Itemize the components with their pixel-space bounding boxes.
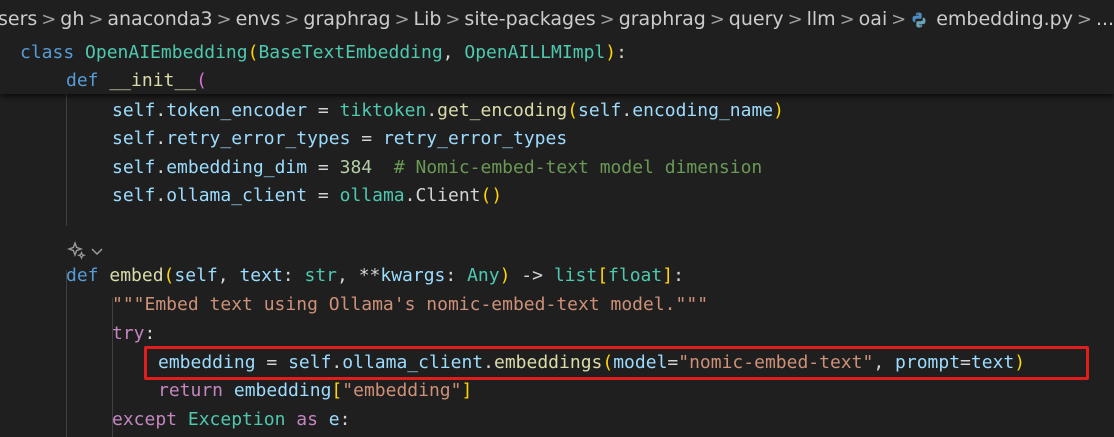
token-self: self (288, 352, 332, 373)
breadcrumb-separator: > (839, 8, 855, 30)
breadcrumb-separator: > (41, 8, 57, 30)
token-self: self (112, 185, 156, 206)
breadcrumb-file[interactable]: embedding.py (910, 8, 1073, 30)
token-attr: encoding_name (632, 100, 774, 121)
token-self: self (112, 128, 156, 149)
breadcrumb-separator: > (445, 8, 461, 30)
breadcrumb-separator: > (891, 8, 907, 30)
token-param: text (239, 265, 283, 286)
token-operator: ** (358, 265, 381, 286)
code-editor[interactable]: self.token_encoder = tiktoken.get_encodi… (0, 94, 1114, 437)
sticky-scroll-header: class OpenAIEmbedding(BaseTextEmbedding,… (0, 38, 1114, 94)
token-attr: embedding_dim (166, 157, 308, 178)
token-variable: retry_error_types (382, 128, 568, 149)
breadcrumb-segment[interactable]: graphrag (619, 8, 706, 30)
code-line: self.ollama_client = ollama.Client() (112, 185, 503, 206)
token-function: embed (109, 265, 164, 286)
code-line: self.embedding_dim = 384 # Nomic-embed-t… (112, 157, 763, 178)
code-line: self.token_encoder = tiktoken.get_encodi… (112, 100, 784, 121)
token-type: list (553, 265, 598, 286)
code-line-def-embed: def embed(self, text: str, **kwargs: Any… (66, 265, 684, 286)
token-docstring: """Embed text using Ollama's nomic-embed… (112, 294, 709, 315)
token-class: OpenAILLMImpl (464, 42, 606, 63)
token-variable: e (328, 409, 340, 430)
breadcrumb-separator: > (709, 8, 725, 30)
token-string: "embedding" (342, 380, 462, 401)
token-module: ollama (339, 185, 405, 206)
code-line: self.retry_error_types = retry_error_typ… (112, 128, 568, 149)
token-variable: text (970, 352, 1015, 373)
token-keyword: return (158, 380, 224, 401)
token-function: embeddings (494, 352, 603, 373)
token-variable: embedding (233, 380, 332, 401)
breadcrumb-segment[interactable]: gh (60, 8, 84, 30)
indent-guide (66, 270, 67, 437)
token-class-name: OpenAIEmbedding (85, 42, 248, 63)
breadcrumb-segment[interactable]: envs (236, 8, 281, 30)
token-function: get_encoding (437, 100, 568, 121)
token-type: str (304, 265, 337, 286)
token-comment: # Nomic-embed-text model dimension (393, 157, 763, 178)
token-class: Client (415, 185, 481, 206)
code-line-class: class OpenAIEmbedding(BaseTextEmbedding,… (20, 42, 627, 63)
token-operator: -> (521, 265, 543, 286)
breadcrumb-segment[interactable]: sers (0, 8, 37, 30)
code-line-docstring: """Embed text using Ollama's nomic-embed… (112, 290, 708, 319)
breadcrumb-segment[interactable]: site-packages (464, 8, 595, 30)
code-line-embedding-call: embedding = self.ollama_client.embedding… (158, 352, 1026, 373)
code-line-return: return embedding["embedding"] (158, 380, 473, 401)
token-type: float (608, 265, 663, 286)
indent-guide (66, 94, 67, 226)
token-number: 384 (339, 157, 373, 178)
breadcrumb-segment[interactable]: anaconda3 (107, 8, 212, 30)
token-param: prompt (895, 352, 961, 373)
breadcrumb-separator: > (1076, 8, 1093, 30)
breadcrumb-segment[interactable]: oai (859, 8, 888, 30)
token-keyword: as (296, 409, 318, 430)
breadcrumb-ellipsis[interactable]: ... (1096, 8, 1114, 30)
breadcrumb-file-name: embedding.py (936, 8, 1073, 30)
token-module: tiktoken (339, 100, 427, 121)
token-self: self (112, 157, 156, 178)
token-param: kwargs (380, 265, 446, 286)
token-class: Exception (187, 409, 286, 430)
token-keyword: except (112, 409, 178, 430)
token-self: self (112, 100, 156, 121)
breadcrumb-segment[interactable]: Lib (414, 8, 442, 30)
breadcrumb-segment[interactable]: graphrag (303, 8, 390, 30)
chevron-down-icon (91, 248, 103, 256)
token-variable: embedding (158, 352, 256, 373)
token-attr: ollama_client (166, 185, 308, 206)
token-attr: token_encoder (166, 100, 308, 121)
breadcrumb-separator: > (88, 8, 104, 30)
token-type: Any (467, 265, 500, 286)
breadcrumb-separator: > (284, 8, 300, 30)
breadcrumb-separator: > (787, 8, 803, 30)
token-attr: retry_error_types (166, 128, 351, 149)
breadcrumb: sers > gh > anaconda3 > envs > graphrag … (0, 0, 1114, 38)
token-param: model (613, 352, 668, 373)
code-line-try: try: (112, 323, 156, 344)
token-function: __init__ (109, 70, 197, 91)
code-line-except: except Exception as e: (112, 409, 351, 430)
token-self: self (174, 265, 218, 286)
token-string: "nomic-embed-text" (678, 352, 874, 373)
token-self: self (578, 100, 622, 121)
breadcrumb-separator: > (216, 8, 232, 30)
breadcrumb-separator: > (599, 8, 615, 30)
token-keyword: try (112, 323, 145, 344)
breadcrumb-segment[interactable]: query (729, 8, 784, 30)
breadcrumb-separator: > (394, 8, 410, 30)
token-class: BaseTextEmbedding (258, 42, 443, 63)
token-keyword: class (20, 42, 75, 63)
token-keyword: def (66, 265, 99, 286)
breadcrumb-segment[interactable]: llm (807, 8, 836, 30)
code-line-init: def __init__( (66, 70, 207, 91)
token-keyword: def (66, 70, 99, 91)
python-file-icon (912, 12, 926, 27)
token-attr: ollama_client (342, 352, 484, 373)
sparkle-icon (66, 240, 86, 260)
